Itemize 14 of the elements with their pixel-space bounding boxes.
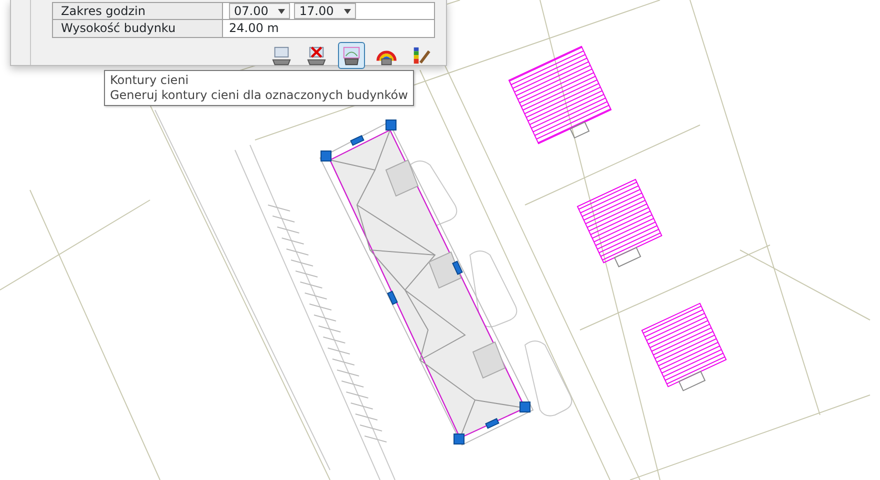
contours-icon — [341, 44, 362, 66]
caret-icon — [278, 8, 286, 14]
layer-icon — [271, 44, 292, 66]
property-label: Wysokość budynku — [53, 20, 223, 37]
property-value: 24.00 m — [229, 20, 279, 37]
property-label: Zakres godzin — [53, 3, 223, 19]
time-dropdown[interactable]: 07.00 — [229, 3, 290, 19]
tooltip-text: Generuj kontury cieni dla oznaczonych budynków — [110, 88, 408, 103]
palette-icon — [411, 44, 432, 66]
tooltip-title: Kontury cieni — [110, 73, 190, 88]
contours-tool-button[interactable] — [338, 42, 365, 69]
time-dropdown[interactable]: 17.00 — [294, 3, 356, 19]
delete-icon — [306, 44, 327, 66]
caret-icon — [344, 8, 351, 14]
